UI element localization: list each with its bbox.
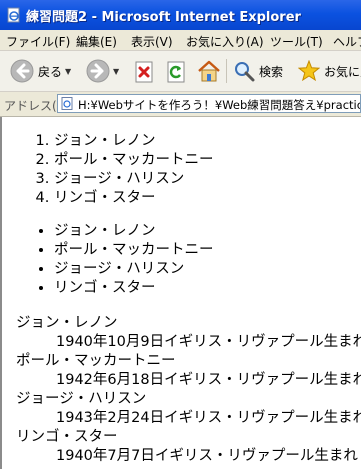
list-item: リンゴ・スター	[54, 279, 214, 298]
address-input[interactable]: H:¥Webサイトを作ろう！¥Web練習問題答え¥practice02.h	[57, 94, 361, 113]
definition-description: 1940年7月7日イギリス・リヴァプール生まれ	[56, 448, 358, 464]
menu-tools[interactable]: ツール(T)	[270, 33, 323, 50]
back-button[interactable]: 戻る ▼	[10, 59, 71, 83]
back-label: 戻る	[38, 64, 63, 79]
list-item: ポール・マッカートニー	[54, 151, 214, 170]
search-icon	[235, 62, 255, 82]
chevron-down-icon[interactable]: ▼	[113, 67, 119, 76]
refresh-icon	[167, 61, 185, 83]
star-icon	[298, 60, 320, 82]
menu-help[interactable]: ヘルプ	[333, 33, 361, 50]
list-item: ジョージ・ハリスン	[54, 170, 214, 189]
chevron-down-icon[interactable]: ▼	[65, 67, 71, 76]
menu-bar: ファイル(F) 編集(E) 表示(V) お気に入り(A) ツール(T) ヘルプ	[0, 30, 361, 51]
definition-description: 1940年10月9日イギリス・リヴァプール生まれ	[56, 334, 361, 350]
home-icon	[198, 60, 220, 82]
favorites-label: お気に入	[324, 64, 361, 79]
menu-favorites[interactable]: お気に入り(A)	[186, 33, 264, 50]
list-item: リンゴ・スター	[54, 189, 214, 208]
toolbar: 戻る ▼ ▼ 検索 お気に	[0, 51, 361, 92]
definition-term: ジョン・レノン	[16, 315, 118, 331]
forward-arrow-icon	[86, 59, 110, 83]
list-item: ポール・マッカートニー	[54, 241, 214, 260]
list-item: ジョージ・ハリスン	[54, 260, 214, 279]
page-icon	[61, 97, 73, 110]
definition-description: 1943年2月24日イギリス・リヴァプール生まれ	[56, 410, 361, 426]
menu-file[interactable]: ファイル(F)	[6, 33, 70, 50]
ie-page-icon	[7, 7, 20, 23]
search-button[interactable]: 検索	[233, 60, 283, 82]
definition-term: ジョージ・ハリスン	[16, 391, 147, 407]
stop-icon	[135, 61, 153, 83]
definition-term: ポール・マッカートニー	[16, 353, 176, 369]
unordered-member-list: ジョン・レノン ポール・マッカートニー ジョージ・ハリスン リンゴ・スター	[54, 222, 214, 298]
page-content: ジョン・レノン ポール・マッカートニー ジョージ・ハリスン リンゴ・スター ジョ…	[0, 117, 361, 469]
title-bar[interactable]: 練習問題2 - Microsoft Internet Explorer	[0, 0, 361, 30]
member-definition-list: ジョン・レノン 1940年10月9日イギリス・リヴァプール生まれ ポール・マッカ…	[16, 314, 361, 466]
list-item: ジョン・レノン	[54, 222, 214, 241]
back-arrow-icon	[10, 59, 34, 83]
toolbar-separator	[226, 59, 227, 83]
favorites-button[interactable]: お気に入	[298, 60, 361, 82]
definition-description: 1942年6月18日イギリス・リヴァプール生まれ	[56, 372, 361, 388]
forward-button[interactable]: ▼	[86, 59, 119, 83]
address-url: H:¥Webサイトを作ろう！¥Web練習問題答え¥practice02.h	[78, 98, 361, 112]
ordered-member-list: ジョン・レノン ポール・マッカートニー ジョージ・ハリスン リンゴ・スター	[54, 132, 214, 208]
window-title: 練習問題2 - Microsoft Internet Explorer	[26, 10, 301, 25]
content-left-edge	[0, 117, 2, 469]
address-bar: アドレス(D) H:¥Webサイトを作ろう！¥Web練習問題答え¥practic…	[0, 92, 361, 117]
list-item: ジョン・レノン	[54, 132, 214, 151]
home-button[interactable]	[197, 60, 221, 82]
search-label: 検索	[259, 64, 284, 79]
definition-term: リンゴ・スター	[16, 429, 118, 445]
menu-edit[interactable]: 編集(E)	[76, 33, 117, 50]
refresh-button[interactable]	[166, 61, 188, 83]
menu-view[interactable]: 表示(V)	[131, 33, 173, 50]
stop-button[interactable]	[134, 61, 156, 83]
